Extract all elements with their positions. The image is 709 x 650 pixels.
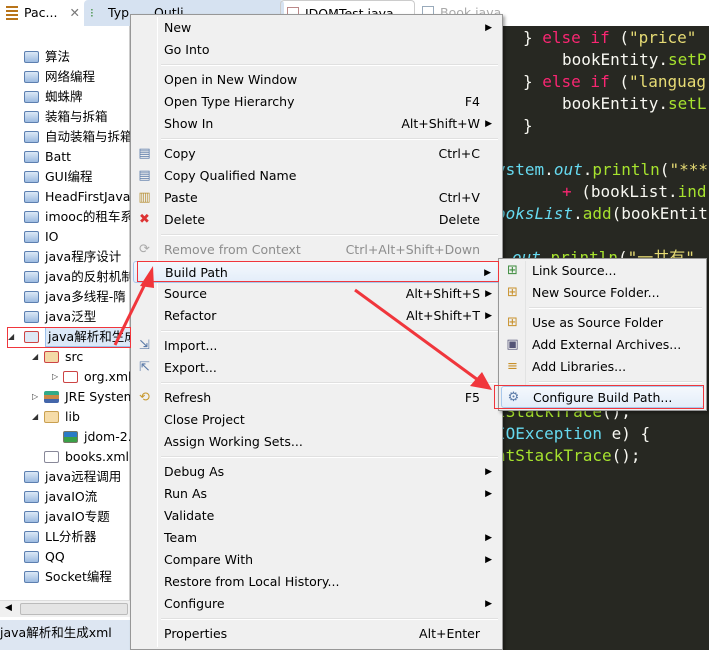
annotation-arrows — [113, 266, 492, 390]
red-arrow — [354, 288, 492, 390]
red-arrow — [113, 266, 154, 346]
